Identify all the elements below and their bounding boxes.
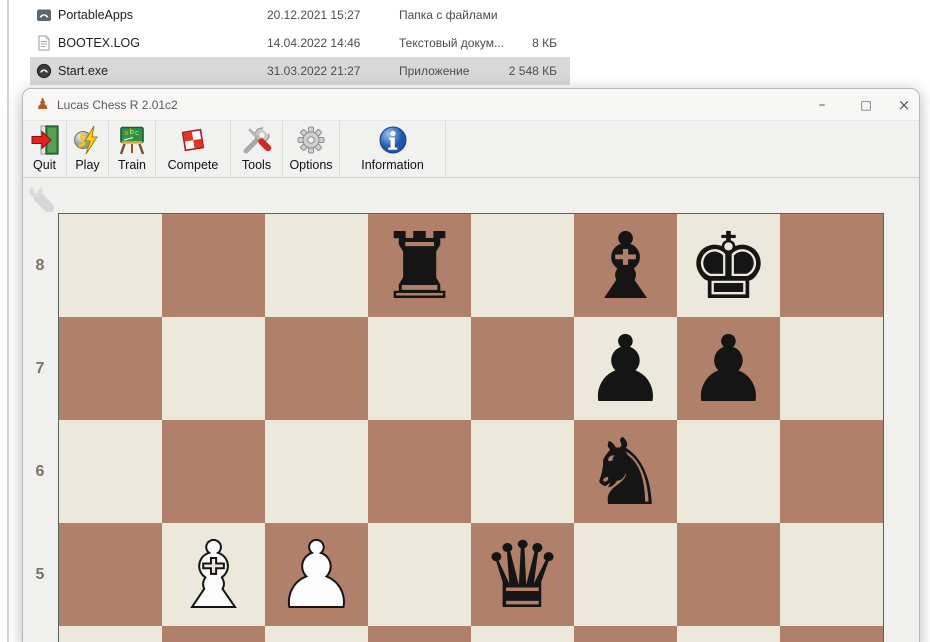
square-a5[interactable]	[59, 523, 162, 626]
toolbar-button-label: Train	[117, 158, 146, 172]
square-a4[interactable]	[59, 626, 162, 642]
black-pawn-g7[interactable]: ♟	[677, 317, 780, 423]
square-e6[interactable]	[471, 420, 574, 523]
square-g6[interactable]	[677, 420, 780, 523]
toolbar-button-label: Information	[361, 158, 424, 172]
file-row-start.exe[interactable]: Start.exe 31.03.2022 21:27 Приложение 2 548…	[0, 57, 930, 85]
square-a6[interactable]	[59, 420, 162, 523]
file-type: Папка с файлами	[399, 8, 498, 22]
toolbar: Quit Play a b c Train Compete Tools Options Infor…	[23, 121, 919, 178]
quit-icon	[29, 124, 61, 156]
white-bishop-b5[interactable]: ♝	[162, 522, 265, 630]
svg-text:c: c	[135, 129, 139, 137]
minimize-button[interactable]: –	[805, 89, 839, 121]
title-bar[interactable]: ♟ Lucas Chess R 2.01c2 – □ ×	[23, 89, 919, 121]
toolbar-button-compete[interactable]: Compete	[156, 121, 231, 177]
square-h5[interactable]	[780, 523, 883, 626]
train-icon: abc	[116, 124, 148, 156]
options-icon	[295, 124, 327, 156]
rank-label-7: 7	[35, 359, 45, 377]
file-row-bootex.log[interactable]: BOOTEX.LOG 14.04.2022 14:46 Текстовый доку…	[0, 29, 930, 57]
main-content: 8765 ♜ ♝ ♚ ♟ ♟ ♞ ♝ ♟ ♛	[23, 178, 919, 642]
svg-text:b: b	[130, 128, 135, 136]
toolbar-button-tools[interactable]: Tools	[231, 121, 283, 177]
square-c8[interactable]	[265, 214, 368, 317]
file-date: 20.12.2021 15:27	[267, 8, 361, 22]
compete-icon	[177, 124, 209, 156]
square-c6[interactable]	[265, 420, 368, 523]
pawn-icon: ♟	[36, 95, 50, 113]
square-a8[interactable]	[59, 214, 162, 317]
black-rook-d8[interactable]: ♜	[368, 214, 471, 320]
file-date: 31.03.2022 21:27	[267, 64, 361, 78]
black-pawn-f7[interactable]: ♟	[574, 317, 677, 423]
square-b7[interactable]	[162, 317, 265, 420]
black-knight-f6[interactable]: ♞	[574, 420, 677, 526]
close-button[interactable]: ×	[887, 89, 921, 121]
maximize-button[interactable]: □	[849, 89, 883, 121]
svg-text:a: a	[124, 129, 128, 137]
square-g4[interactable]	[677, 626, 780, 642]
toolbar-button-play[interactable]: Play	[67, 121, 109, 177]
rank-label-8: 8	[35, 256, 45, 274]
square-d5[interactable]	[368, 523, 471, 626]
file-date: 14.04.2022 14:46	[267, 36, 361, 50]
toolbar-button-quit[interactable]: Quit	[23, 121, 67, 177]
toolbar-button-label: Quit	[33, 158, 56, 172]
square-f5[interactable]	[574, 523, 677, 626]
lucas-chess-window: ♟ Lucas Chess R 2.01c2 – □ × Quit Play a b c…	[22, 88, 920, 642]
window-title: Lucas Chess R 2.01c2	[57, 98, 178, 112]
square-c7[interactable]	[265, 317, 368, 420]
square-h4[interactable]	[780, 626, 883, 642]
black-queen-e5[interactable]: ♛	[471, 523, 574, 629]
toolbar-button-label: Tools	[241, 158, 272, 172]
rank-label-5: 5	[35, 565, 45, 583]
square-b8[interactable]	[162, 214, 265, 317]
file-name: Start.exe	[58, 64, 109, 78]
toolbar-button-label: Compete	[167, 158, 219, 172]
file-name: PortableApps	[58, 8, 134, 22]
square-h7[interactable]	[780, 317, 883, 420]
white-pawn-c5[interactable]: ♟	[265, 522, 368, 630]
chess-board[interactable]: ♜ ♝ ♚ ♟ ♟ ♞ ♝ ♟ ♛	[58, 213, 884, 642]
square-d7[interactable]	[368, 317, 471, 420]
toolbar-button-options[interactable]: Options	[283, 121, 340, 177]
square-d6[interactable]	[368, 420, 471, 523]
square-h8[interactable]	[780, 214, 883, 317]
toolbar-button-train[interactable]: a b c Train	[109, 121, 156, 177]
square-f4[interactable]	[574, 626, 677, 642]
square-e8[interactable]	[471, 214, 574, 317]
wrench-icon	[27, 179, 57, 213]
tools-icon	[241, 124, 273, 156]
file-size: 8 КБ	[532, 36, 557, 50]
square-h6[interactable]	[780, 420, 883, 523]
square-g5[interactable]	[677, 523, 780, 626]
portableapps-folder-icon	[36, 7, 52, 23]
play-icon	[72, 124, 104, 156]
file-size: 2 548 КБ	[508, 64, 557, 78]
toolbar-button-label: Play	[75, 158, 100, 172]
toolbar-button-label: Options	[289, 158, 333, 172]
file-row-portableapps[interactable]: PortableApps 20.12.2021 15:27 Папка с файл…	[0, 1, 930, 29]
black-king-g8[interactable]: ♚	[677, 214, 780, 320]
square-d4[interactable]	[368, 626, 471, 642]
black-bishop-f8[interactable]: ♝	[574, 214, 677, 320]
square-a7[interactable]	[59, 317, 162, 420]
square-e7[interactable]	[471, 317, 574, 420]
information-icon	[377, 124, 409, 156]
toolbar-button-information[interactable]: Information	[340, 121, 446, 177]
file-name: BOOTEX.LOG	[58, 36, 140, 50]
square-b6[interactable]	[162, 420, 265, 523]
application-icon	[36, 63, 52, 79]
screen: PortableApps 20.12.2021 15:27 Папка с файл…	[0, 0, 930, 642]
text-document-icon	[36, 35, 52, 51]
pane-divider[interactable]	[7, 0, 9, 642]
rank-label-6: 6	[35, 462, 45, 480]
